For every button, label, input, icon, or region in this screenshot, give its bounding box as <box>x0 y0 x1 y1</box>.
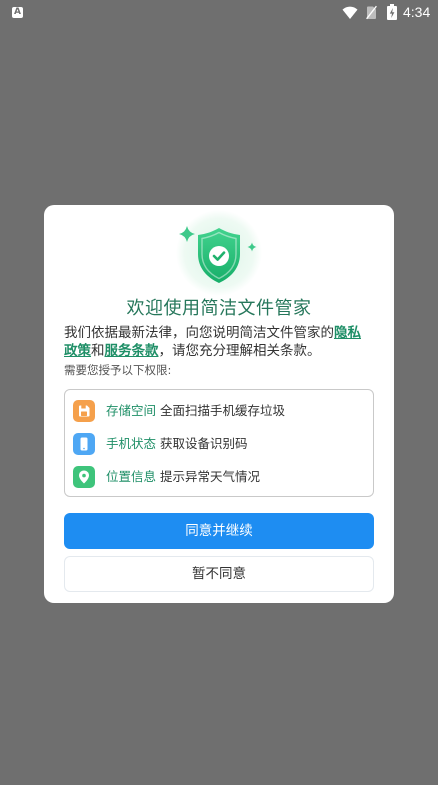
location-pin-glyph <box>79 470 89 483</box>
shield-check-icon <box>176 210 262 296</box>
storage-icon <box>73 399 95 422</box>
agree-and-continue-button[interactable]: 同意并继续 <box>64 513 374 549</box>
dialog-title: 欢迎使用简洁文件管家 <box>126 298 312 319</box>
phone-home-dot <box>83 447 85 449</box>
intro-connector: 和 <box>91 342 105 359</box>
intro-text-before: 我们依据最新法律，向您说明简洁文件管家的 <box>64 325 334 341</box>
permission-description: 提示异常天气情况 <box>160 468 261 484</box>
no-sim-icon <box>366 5 377 20</box>
floppy-disk-glyph <box>79 405 90 416</box>
permission-name: 存储空间 <box>106 402 157 418</box>
permission-name: 位置信息 <box>106 468 157 484</box>
check-circle <box>209 246 229 266</box>
permission-row-phone-state: 手机状态 获取设备识别码 <box>65 427 373 460</box>
phone-icon <box>73 432 95 455</box>
location-icon <box>73 465 95 488</box>
privacy-consent-dialog: 欢迎使用简洁文件管家 我们依据最新法律，向您说明简洁文件管家的隐私政策和服务条款… <box>44 205 394 603</box>
permission-description: 全面扫描手机缓存垃圾 <box>160 402 286 418</box>
app-notification-icon: A <box>12 7 23 18</box>
permission-row-location: 位置信息 提示异常天气情况 <box>65 460 373 493</box>
phone-glyph <box>80 437 88 450</box>
wifi-icon <box>342 6 358 19</box>
wifi-shape <box>342 6 358 19</box>
pin-hole <box>82 473 86 477</box>
permission-name: 手机状态 <box>106 435 157 451</box>
clock: 4:34 <box>403 4 431 20</box>
intro-text: 我们依据最新法律，向您说明简洁文件管家的隐私政策和服务条款，请您充分理解相关条款… <box>64 325 365 360</box>
decline-button[interactable]: 暂不同意 <box>64 556 374 592</box>
permission-description: 获取设备识别码 <box>160 435 248 451</box>
permissions-heading: 需要您授予以下权限: <box>64 363 172 377</box>
permissions-list: 存储空间 全面扫描手机缓存垃圾 手机状态 获取设备识别码 位置信息 提示异常天气 <box>64 389 374 497</box>
battery-charging-icon <box>387 4 397 20</box>
permission-row-storage: 存储空间 全面扫描手机缓存垃圾 <box>65 394 373 427</box>
floppy-shutter <box>81 405 86 408</box>
intro-text-after: ，请您充分理解相关条款。 <box>158 342 321 359</box>
terms-of-service-link[interactable]: 服务条款 <box>105 343 159 359</box>
floppy-label <box>81 411 87 416</box>
status-bar: A 4:34 <box>0 0 438 25</box>
